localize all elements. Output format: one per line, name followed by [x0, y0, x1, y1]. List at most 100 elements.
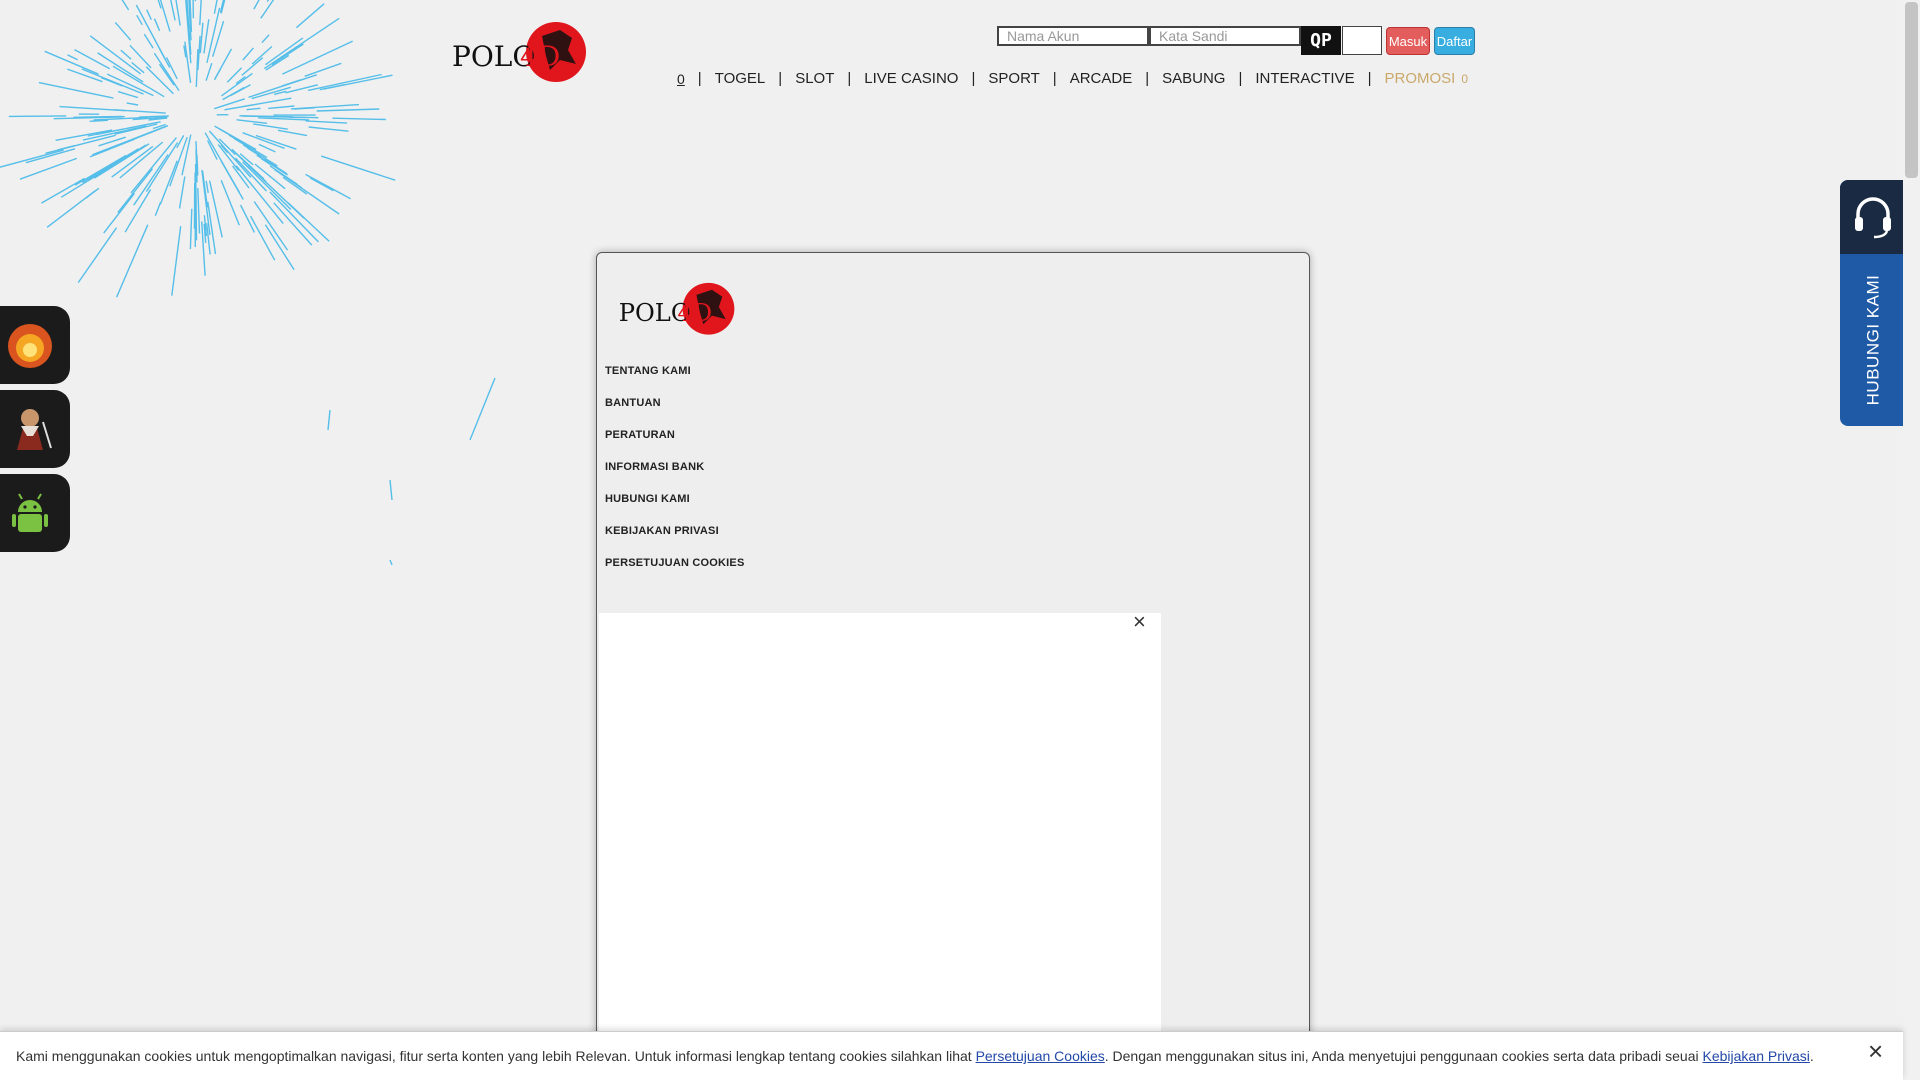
- burst-streak: [235, 165, 284, 225]
- burst-streak: [159, 160, 178, 205]
- burst-streak: [239, 115, 293, 118]
- burst-streak: [219, 128, 240, 142]
- nav-item-arcade[interactable]: ARCADE: [1070, 70, 1133, 87]
- burst-streak: [203, 223, 207, 243]
- burst-streak: [38, 81, 114, 99]
- panel-close-icon[interactable]: ×: [1133, 611, 1146, 633]
- burst-streak: [214, 48, 233, 80]
- nav-separator: |: [971, 70, 976, 87]
- cookie-close-icon[interactable]: ×: [1868, 1038, 1883, 1064]
- link-peraturan[interactable]: PERATURAN: [605, 429, 675, 441]
- cookie-consent-link[interactable]: Persetujuan Cookies: [976, 1048, 1105, 1064]
- burst-streak: [101, 77, 123, 87]
- burst-streak: [196, 154, 199, 176]
- modal-link-item: PERSETUJUAN COOKIES: [605, 557, 745, 589]
- burst-streak: [389, 559, 393, 566]
- burst-streak: [287, 202, 330, 242]
- burst-streak: [271, 43, 304, 66]
- privacy-policy-link[interactable]: Kebijakan Privasi: [1703, 1048, 1810, 1064]
- burst-streak: [189, 208, 193, 250]
- link-informasi-bank[interactable]: INFORMASI BANK: [605, 461, 704, 473]
- modal-logo: POLO 4D: [619, 282, 735, 335]
- burst-streak: [213, 98, 246, 110]
- burst-streak: [67, 68, 103, 83]
- burst-streak: [255, 134, 297, 150]
- burst-streak: [204, 132, 241, 193]
- burst-streak: [136, 14, 143, 26]
- username-input[interactable]: [997, 26, 1149, 46]
- nav-item-interactive[interactable]: INTERACTIVE: [1255, 70, 1354, 87]
- burst-streak: [304, 62, 342, 77]
- nav-item-sabung[interactable]: SABUNG: [1162, 70, 1225, 87]
- link-bantuan[interactable]: BANTUAN: [605, 397, 661, 409]
- burst-streak: [88, 144, 147, 181]
- burst-streak: [206, 7, 221, 64]
- password-input[interactable]: [1149, 26, 1301, 46]
- burst-streak: [239, 204, 256, 233]
- side-tile-android-app[interactable]: [0, 474, 70, 552]
- nav-separator: |: [1145, 70, 1150, 87]
- burst-streak: [309, 177, 334, 192]
- nav-item-promosi[interactable]: PROMOSI: [1384, 70, 1455, 87]
- burst-streak: [242, 161, 292, 210]
- burst-streak: [114, 21, 132, 41]
- burst-streak: [226, 67, 242, 83]
- burst-streak: [183, 45, 187, 58]
- login-button[interactable]: Masuk: [1386, 27, 1430, 55]
- burst-streak: [290, 103, 360, 110]
- burst-streak: [60, 167, 109, 198]
- side-tile-fire-game[interactable]: [0, 306, 70, 384]
- burst-streak: [89, 138, 135, 158]
- burst-streak: [119, 141, 164, 179]
- burst-streak: [139, 115, 169, 118]
- burst-streak: [295, 3, 325, 29]
- home-icon[interactable]: 0: [677, 71, 685, 87]
- link-hubungi-kami[interactable]: HUBUNGI KAMI: [605, 493, 690, 505]
- burst-streak: [269, 191, 319, 243]
- register-button[interactable]: Daftar: [1434, 27, 1475, 55]
- burst-streak: [95, 125, 169, 155]
- burst-streak: [293, 107, 315, 110]
- nav-item-togel[interactable]: TOGEL: [715, 70, 766, 87]
- burst-streak: [258, 143, 276, 153]
- cookie-text-part: . Dengan menggunakan situs ini, Anda men…: [1104, 1048, 1703, 1064]
- burst-streak: [229, 84, 251, 97]
- burst-streak: [59, 105, 126, 112]
- contact-tab[interactable]: HUBUNGI KAMI: [1840, 180, 1906, 426]
- login-form: QP Masuk Daftar: [997, 26, 1475, 56]
- nav-item-slot[interactable]: SLOT: [795, 70, 834, 87]
- burst-streak: [41, 177, 85, 204]
- nav-separator: |: [1052, 70, 1057, 87]
- burst-streak: [305, 173, 351, 200]
- site-logo[interactable]: POLO 4D: [450, 16, 596, 84]
- burst-streak: [169, 136, 188, 187]
- burst-streak: [133, 154, 169, 206]
- nav-item-live-casino[interactable]: LIVE CASINO: [864, 70, 958, 87]
- burst-streak: [219, 0, 225, 13]
- burst-streak: [203, 19, 210, 54]
- nav-separator: |: [778, 70, 783, 87]
- burst-streak: [81, 148, 139, 184]
- link-kebijakan-privasi[interactable]: KEBIJAKAN PRIVASI: [605, 525, 719, 537]
- link-tentang-kami[interactable]: TENTANG KAMI: [605, 365, 691, 377]
- burst-streak: [273, 202, 313, 246]
- cookie-text-part: Kami menggunakan cookies untuk mengoptim…: [16, 1048, 976, 1064]
- burst-streak: [205, 62, 213, 81]
- nav-separator: |: [847, 70, 852, 87]
- burst-streak: [285, 84, 318, 94]
- main-nav: 0 | TOGEL | SLOT | LIVE CASINO | SPORT |…: [677, 70, 1468, 87]
- link-persetujuan-cookies[interactable]: PERSETUJUAN COOKIES: [605, 557, 745, 569]
- burst-streak: [220, 0, 226, 14]
- burst-streak: [195, 149, 198, 183]
- captcha-input[interactable]: [1342, 26, 1382, 55]
- side-tile-warrior-game[interactable]: [0, 390, 70, 468]
- burst-streak: [106, 73, 154, 97]
- burst-streak: [220, 144, 229, 154]
- scrollbar-thumb[interactable]: [1905, 2, 1918, 178]
- burst-streak: [241, 57, 264, 76]
- cookie-banner: Kami menggunakan cookies untuk mengoptim…: [0, 1031, 1903, 1080]
- burst-streak: [308, 73, 382, 92]
- burst-streak: [228, 134, 268, 159]
- burst-streak: [74, 48, 111, 70]
- nav-item-sport[interactable]: SPORT: [988, 70, 1039, 87]
